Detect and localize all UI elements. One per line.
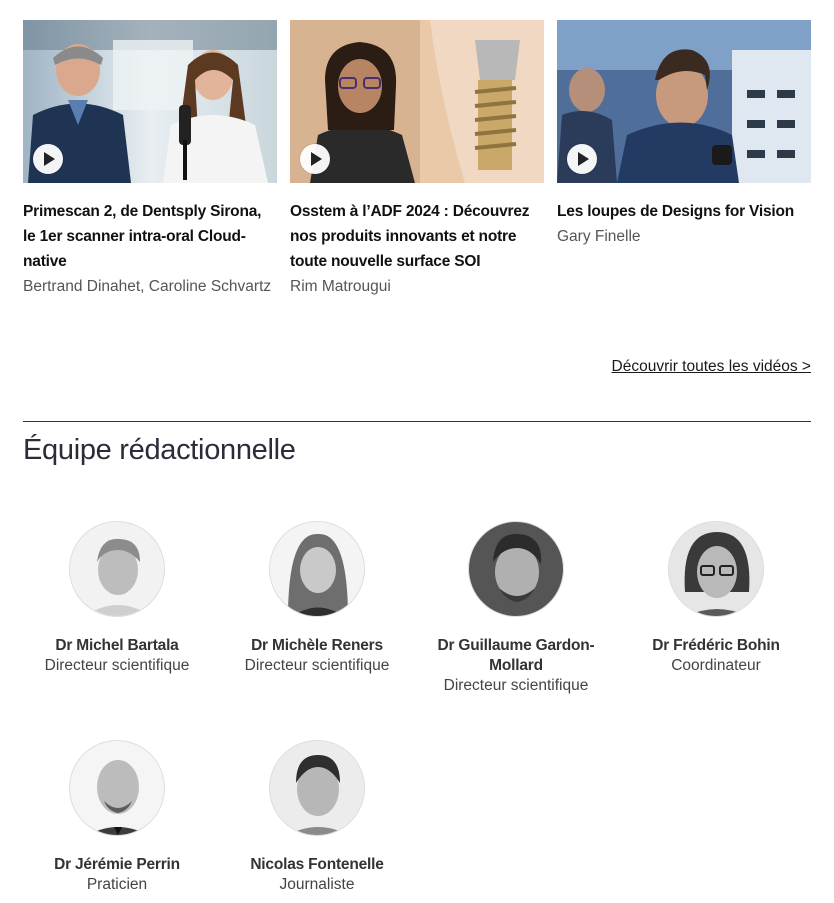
avatar[interactable] <box>468 521 564 617</box>
video-card[interactable]: Primescan 2, de Dentsply Sirona, le 1er … <box>23 20 277 299</box>
team-member[interactable]: Dr Frédéric Bohin Coordinateur <box>616 521 816 676</box>
member-role: Coordinateur <box>671 657 761 674</box>
member-name[interactable]: Dr Michèle Reners <box>217 636 417 656</box>
video-thumbnail[interactable] <box>557 20 811 183</box>
team-member[interactable]: Dr Guillaume Gardon-Mollard Directeur sc… <box>416 521 616 696</box>
section-divider <box>23 421 811 422</box>
avatar[interactable] <box>69 521 165 617</box>
play-icon[interactable] <box>300 144 330 174</box>
team-member[interactable]: Nicolas Fontenelle Journaliste <box>217 740 417 895</box>
member-name[interactable]: Dr Frédéric Bohin <box>616 636 816 656</box>
team-member[interactable]: Dr Jérémie Perrin Praticien <box>17 740 217 895</box>
member-role: Journaliste <box>279 876 355 893</box>
member-name[interactable]: Dr Jérémie Perrin <box>17 855 217 875</box>
member-role: Directeur scientifique <box>443 677 589 694</box>
video-author: Gary Finelle <box>557 228 641 245</box>
video-title[interactable]: Osstem à l’ADF 2024 : Découvrez nos prod… <box>290 199 544 274</box>
member-role: Praticien <box>86 876 148 893</box>
all-videos-link[interactable]: Découvrir toutes les vidéos > <box>612 358 811 376</box>
avatar[interactable] <box>668 521 764 617</box>
avatar[interactable] <box>269 521 365 617</box>
member-role: Directeur scientifique <box>244 657 390 674</box>
team-member[interactable]: Dr Michèle Reners Directeur scientifique <box>217 521 417 676</box>
play-icon[interactable] <box>567 144 597 174</box>
avatar[interactable] <box>269 740 365 836</box>
video-card[interactable]: Osstem à l’ADF 2024 : Découvrez nos prod… <box>290 20 544 299</box>
play-icon[interactable] <box>33 144 63 174</box>
member-name[interactable]: Dr Guillaume Gardon-Mollard <box>416 636 616 676</box>
video-thumbnail[interactable] <box>23 20 277 183</box>
video-card[interactable]: Les loupes de Designs for Vision Gary Fi… <box>557 20 811 249</box>
member-name[interactable]: Dr Michel Bartala <box>17 636 217 656</box>
member-role: Directeur scientifique <box>44 657 190 674</box>
team-section-title: Équipe rédactionnelle <box>23 434 296 466</box>
video-author: Rim Matrougui <box>290 278 391 295</box>
video-title[interactable]: Les loupes de Designs for Vision <box>557 199 811 224</box>
video-title[interactable]: Primescan 2, de Dentsply Sirona, le 1er … <box>23 199 277 274</box>
member-name[interactable]: Nicolas Fontenelle <box>217 855 417 875</box>
video-thumbnail[interactable] <box>290 20 544 183</box>
team-member[interactable]: Dr Michel Bartala Directeur scientifique <box>17 521 217 676</box>
avatar[interactable] <box>69 740 165 836</box>
video-author: Bertrand Dinahet, Caroline Schvartz <box>23 278 272 295</box>
